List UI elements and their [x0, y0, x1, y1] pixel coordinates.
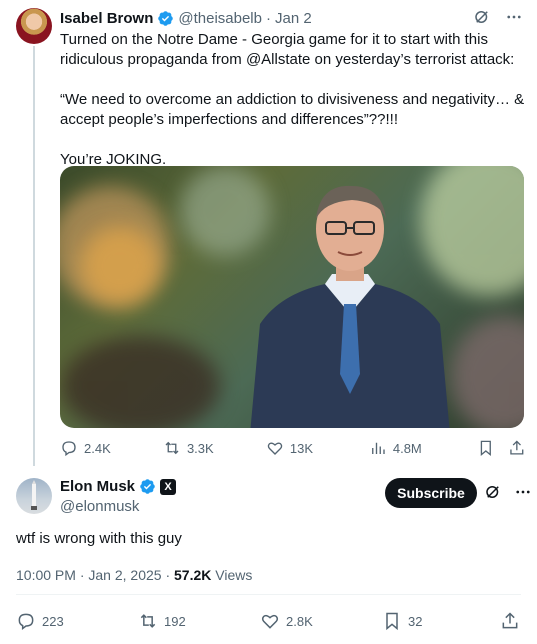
bookmark-icon[interactable]	[477, 439, 495, 457]
speaker-figure	[250, 185, 450, 428]
reply-action[interactable]: 223	[16, 611, 138, 631]
parent-tweet-actions	[473, 8, 523, 26]
repost-count: 192	[164, 613, 186, 629]
share-icon[interactable]	[500, 611, 520, 631]
separator-dot: ·	[265, 9, 271, 27]
main-tweet-text: wtf is wrong with this guy	[16, 530, 182, 547]
reply-icon	[62, 441, 76, 457]
reply-count: 2.4K	[84, 440, 111, 456]
bookmark-action[interactable]: 32	[382, 611, 500, 631]
rocket-icon	[31, 480, 37, 510]
views-action[interactable]: 4.8M	[369, 439, 477, 457]
tweet-full-date[interactable]: Jan 2, 2025	[88, 567, 161, 583]
repost-icon	[140, 614, 156, 628]
affiliate-x-badge[interactable]: X	[160, 478, 177, 495]
reply-action[interactable]: 2.4K	[60, 439, 163, 457]
like-icon	[267, 442, 283, 455]
views-icon	[371, 442, 385, 454]
tweet-time[interactable]: 10:00 PM	[16, 567, 76, 583]
bookmark-count: 32	[408, 613, 423, 629]
parent-tweet-stats: 2.4K 3.3K 13K 4.8M	[60, 438, 526, 458]
main-tweet-stats: 223 192 2.8K 32	[16, 611, 521, 631]
main-tweet-header: Elon Musk X	[60, 478, 177, 495]
share-icon[interactable]	[508, 439, 526, 457]
repost-action[interactable]: 3.3K	[163, 439, 266, 457]
tweet-paragraph: Turned on the Notre Dame - Georgia game …	[60, 31, 515, 68]
bookmark-icon	[386, 612, 398, 631]
reply-icon	[18, 613, 34, 630]
divider	[16, 594, 521, 595]
tweet-video-thumbnail[interactable]	[60, 166, 524, 428]
more-icon[interactable]	[514, 483, 532, 501]
subscribe-button[interactable]: Subscribe	[385, 478, 477, 508]
repost-count: 3.3K	[186, 440, 214, 456]
author-handle[interactable]: @elonmusk	[60, 498, 139, 515]
author-name[interactable]: Isabel Brown	[60, 10, 153, 27]
views-label: Views	[215, 567, 253, 583]
like-action[interactable]: 13K	[266, 439, 369, 457]
grok-icon[interactable]	[484, 483, 502, 501]
thread-connector-line	[33, 46, 35, 466]
parent-tweet-header: Isabel Brown @theisabelb · Jan 2	[60, 8, 312, 28]
grok-icon[interactable]	[473, 8, 491, 26]
parent-tweet[interactable]: Isabel Brown @theisabelb · Jan 2 Turned …	[0, 0, 537, 466]
author-name[interactable]: Elon Musk	[60, 478, 135, 495]
repost-action[interactable]: 192	[138, 611, 260, 631]
avatar-elon-musk[interactable]	[16, 478, 52, 514]
author-handle[interactable]: @theisabelb	[178, 10, 262, 27]
more-icon[interactable]	[505, 8, 523, 26]
views-count: 4.8M	[392, 440, 422, 456]
like-count: 13K	[289, 440, 314, 456]
tweet-paragraph: “We need to overcome an addiction to div…	[60, 91, 525, 128]
reply-count: 223	[42, 613, 64, 629]
main-tweet-actions	[484, 483, 532, 501]
verified-icon	[158, 10, 174, 26]
like-icon	[261, 614, 279, 629]
repost-icon	[165, 441, 179, 455]
view-count: 57.2K	[174, 567, 212, 583]
avatar-isabel-brown[interactable]	[16, 8, 52, 44]
tweet-date[interactable]: Jan 2	[275, 10, 312, 27]
like-action[interactable]: 2.8K	[260, 611, 382, 631]
main-tweet[interactable]: Elon Musk X @elonmusk Subscribe wtf is w…	[0, 466, 537, 644]
verified-icon	[140, 479, 155, 494]
tweet-metadata: 10:00 PM · Jan 2, 2025 · 57.2K Views	[16, 567, 253, 583]
like-count: 2.8K	[286, 613, 313, 629]
